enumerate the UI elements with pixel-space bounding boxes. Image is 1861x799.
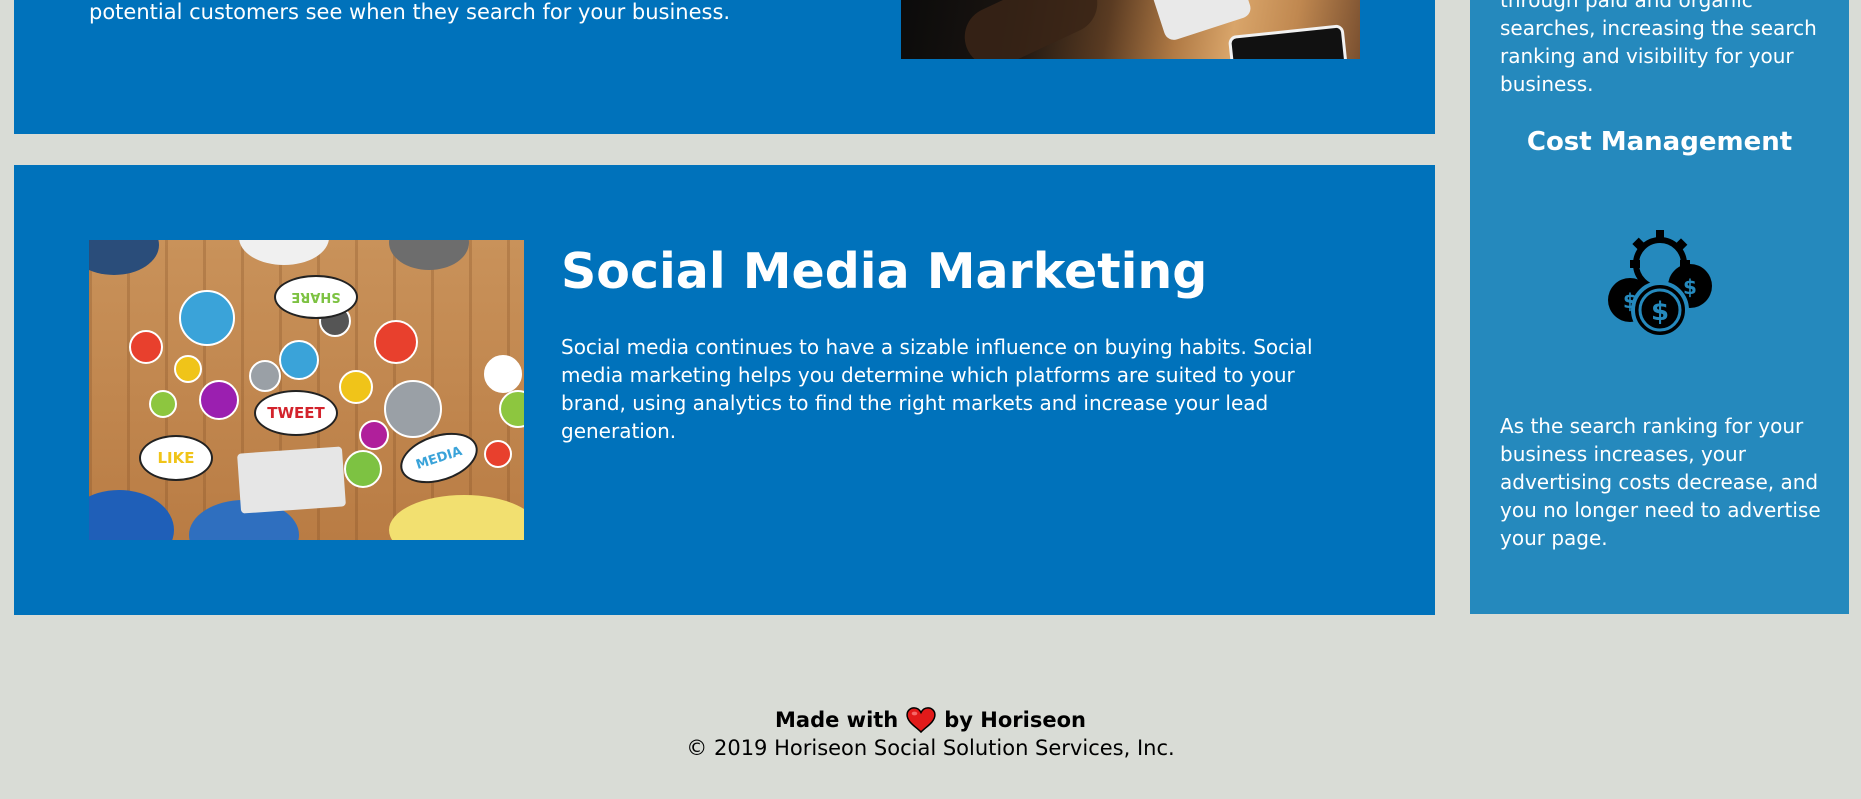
made-with-suffix: by Horiseon (944, 708, 1086, 732)
made-with-prefix: Made with (775, 708, 899, 732)
svg-text:$: $ (1683, 275, 1697, 299)
share-bubble: SHARE (274, 275, 358, 319)
social-media-image: SHARE TWEET LIKE MEDIA (89, 240, 524, 540)
svg-text:$: $ (1623, 289, 1637, 313)
cost-management-icon: $ $ $ (1608, 230, 1712, 339)
seo-article-image (901, 0, 1360, 59)
social-media-article: SHARE TWEET LIKE MEDIA Social Media Mark… (14, 165, 1435, 615)
svg-text:$: $ (1651, 297, 1669, 327)
tweet-bubble: TWEET (254, 390, 338, 436)
sidebar-text-tail: through paid and organic searches, incre… (1500, 0, 1817, 96)
page: potential customers see when they search… (0, 0, 1861, 799)
cost-management-heading: Cost Management (1526, 127, 1793, 157)
heart-icon (906, 707, 936, 733)
seo-article-text: potential customers see when they search… (89, 0, 731, 24)
footer: Made with by Horiseon © 2019 Horiseon So… (0, 706, 1861, 762)
copyright: © 2019 Horiseon Social Solution Services… (686, 736, 1175, 760)
made-with-line: Made with by Horiseon (775, 706, 1086, 734)
social-media-text: Social media continues to have a sizable… (561, 335, 1313, 443)
seo-article: potential customers see when they search… (14, 0, 1435, 134)
like-bubble: LIKE (139, 435, 213, 481)
cost-management-text: As the search ranking for your business … (1500, 414, 1821, 550)
benefits-sidebar: through paid and organic searches, incre… (1470, 0, 1849, 614)
social-media-title: Social Media Marketing (561, 243, 1208, 300)
